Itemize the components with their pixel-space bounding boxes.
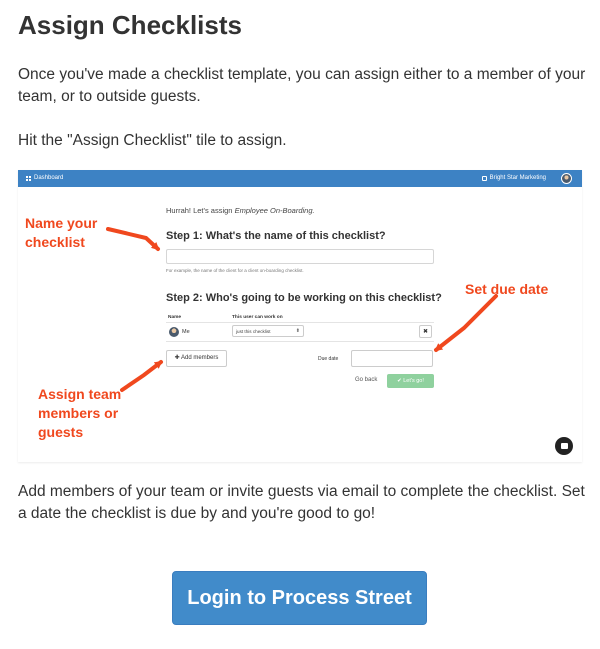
arrow-to-due-date [434, 294, 498, 352]
app-screenshot: Dashboard Bright Star Marketing Hurrah! … [18, 170, 582, 462]
hint-paragraph: Hit the "Assign Checklist" tile to assig… [18, 132, 287, 149]
intro-paragraph: Once you've made a checklist template, y… [18, 66, 586, 105]
arrow-to-add-members [120, 360, 163, 392]
arrow-to-name-input [106, 227, 160, 251]
page-title: Assign Checklists [18, 10, 242, 40]
login-button[interactable]: Login to Process Street [172, 571, 427, 625]
outro-paragraph: Add members of your team or invite guest… [18, 483, 585, 522]
annotation-arrows [106, 227, 498, 392]
